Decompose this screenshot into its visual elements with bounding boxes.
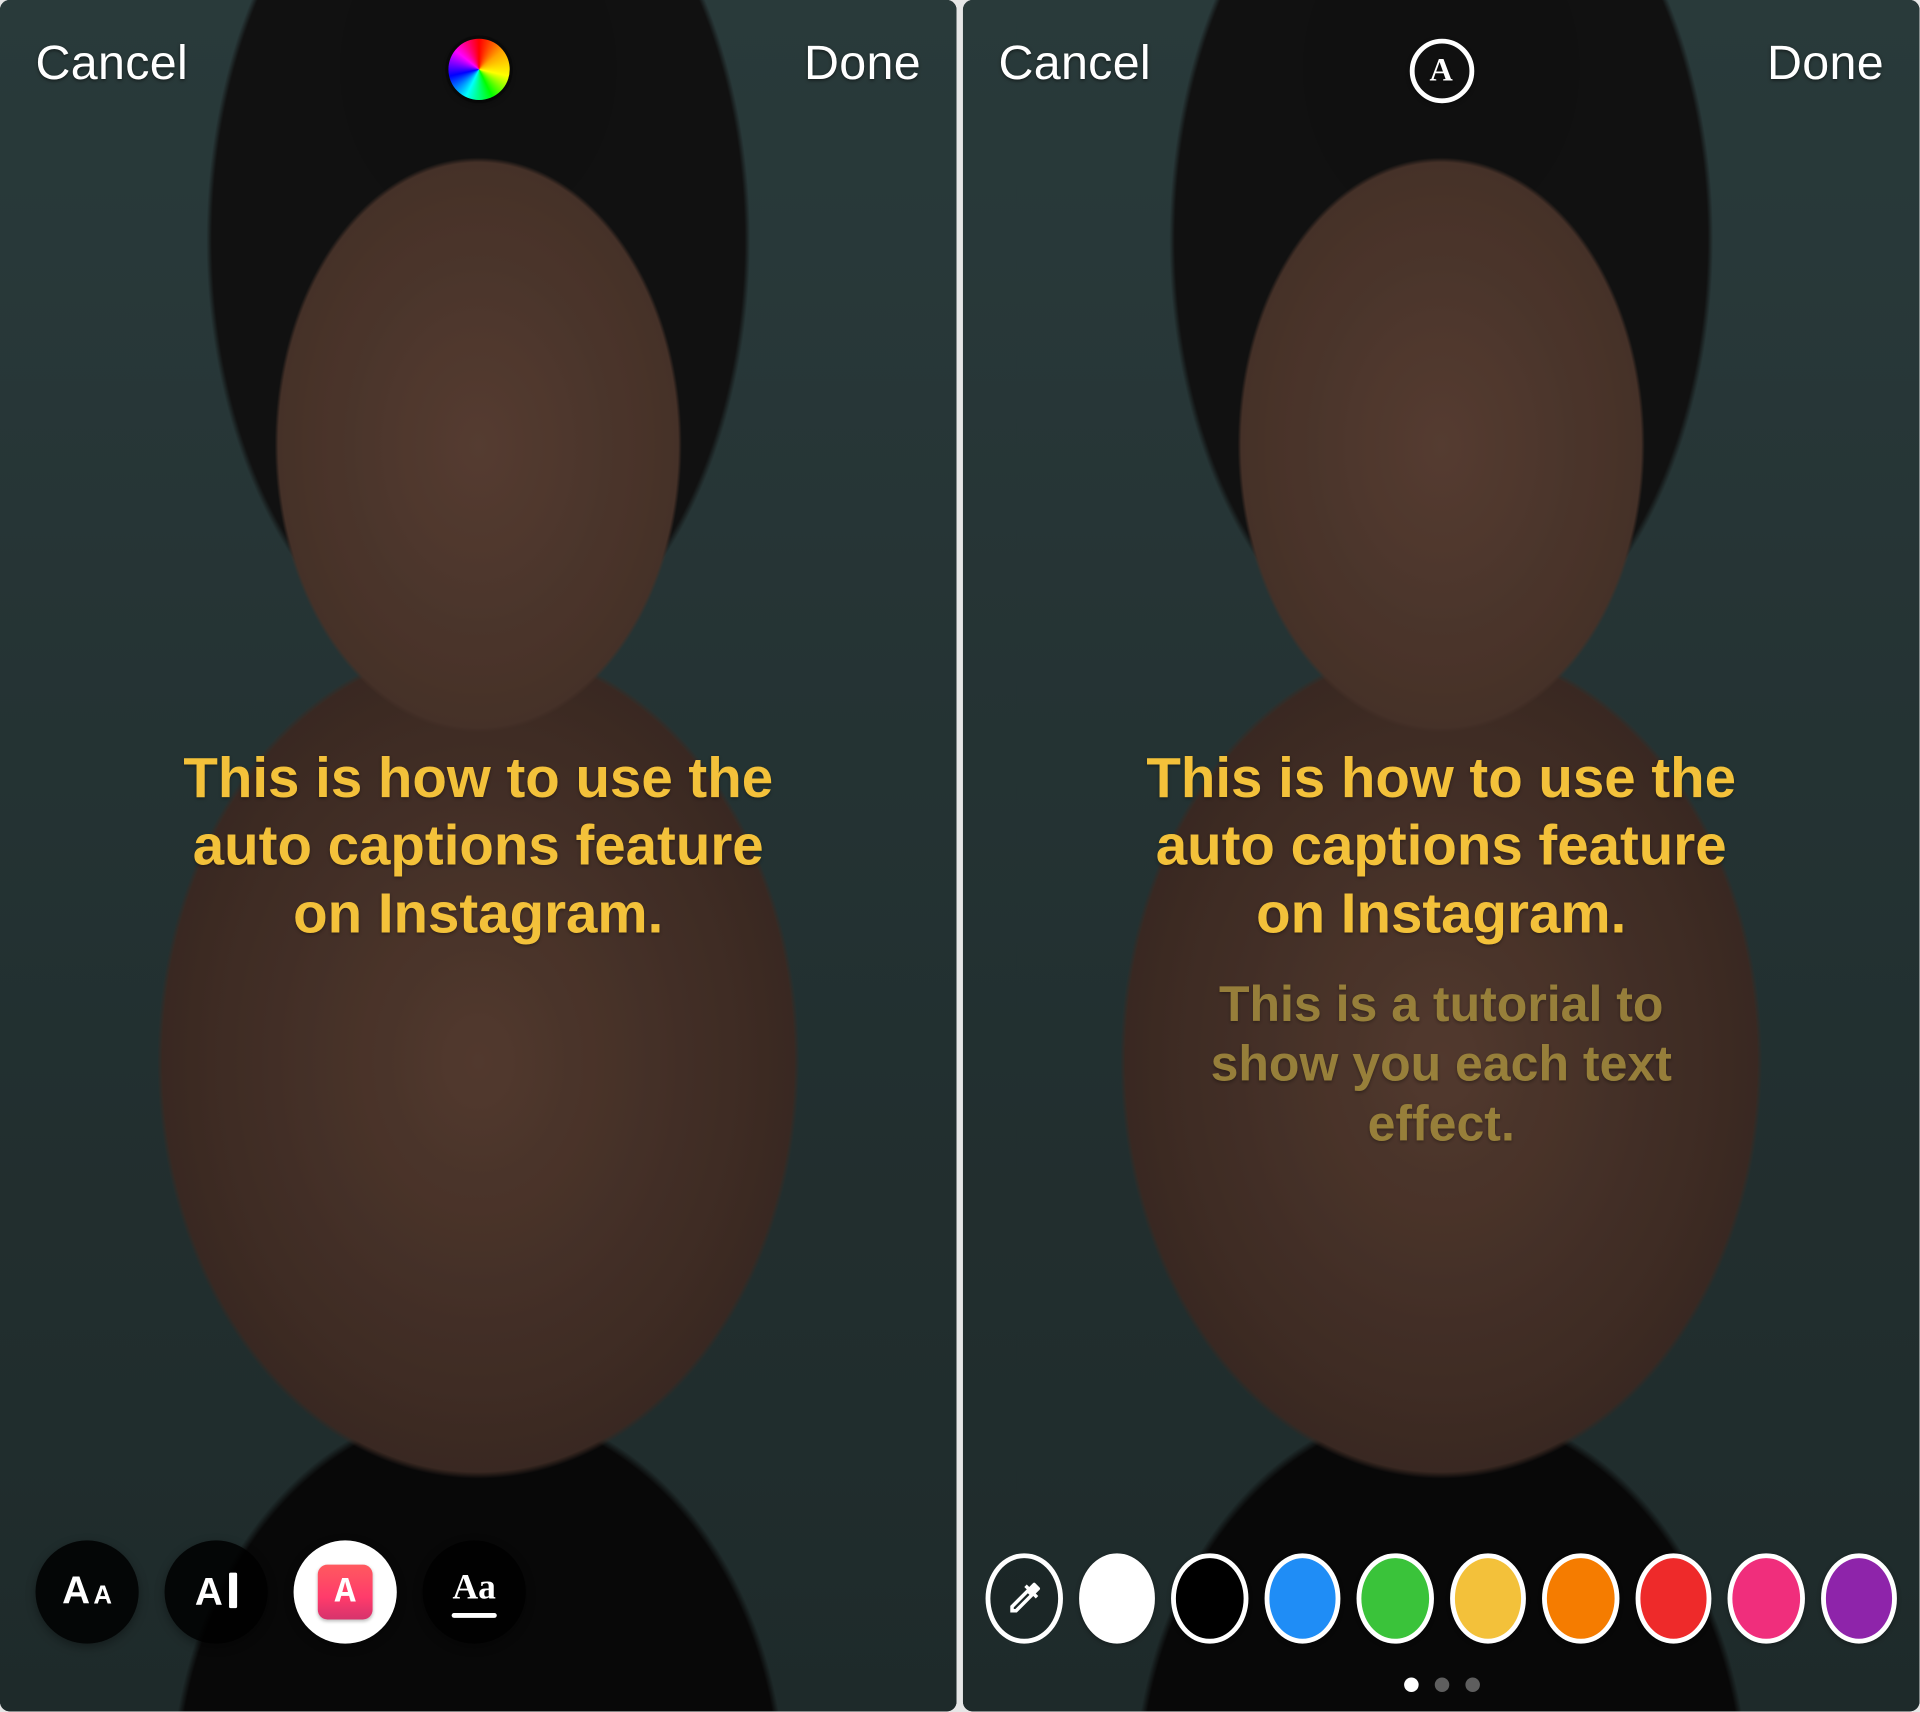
caption-primary[interactable]: This is how to use the auto captions fea… [963,745,1920,948]
header-center: A [1409,39,1474,104]
left-phone: Cancel Done This is how to use the auto … [0,0,957,1711]
aa-underline-icon: Aa [452,1566,497,1618]
color-swatch-2[interactable] [1264,1553,1341,1643]
aa-scale-icon: AA [62,1569,112,1614]
color-swatch-4[interactable] [1449,1553,1526,1643]
done-button[interactable]: Done [804,37,921,92]
text-style-size[interactable]: AA [35,1540,138,1643]
aa-cursor-icon: A [195,1569,237,1616]
eyedropper-icon [1003,1578,1045,1620]
screenshot-root: Cancel Done This is how to use the auto … [0,0,1920,1712]
color-swatch-0[interactable] [1078,1553,1155,1643]
color-swatch-tray [986,1553,1897,1643]
header-bar: Cancel A Done [963,26,1920,103]
text-style-tray: AA A A Aa [35,1540,525,1643]
ring-glyph: A [1430,52,1453,89]
done-button[interactable]: Done [1767,37,1884,92]
cancel-button[interactable]: Cancel [35,37,188,92]
header-bar: Cancel Done [0,26,957,103]
page-dot-0[interactable] [1403,1678,1418,1693]
right-phone: Cancel A Done This is how to use the aut… [963,0,1920,1711]
text-style-highlight[interactable]: A [294,1540,397,1643]
eyedropper-button[interactable] [986,1553,1063,1643]
color-swatch-6[interactable] [1635,1553,1712,1643]
color-swatch-5[interactable] [1542,1553,1619,1643]
color-swatch-7[interactable] [1728,1553,1805,1643]
caption-secondary[interactable]: This is a tutorial to show you each text… [963,974,1920,1154]
header-center [448,39,509,100]
color-swatch-8[interactable] [1820,1553,1897,1643]
text-style-cursor[interactable]: A [165,1540,268,1643]
color-swatch-1[interactable] [1171,1553,1248,1643]
a-gradient-icon: A [318,1565,373,1620]
page-dot-1[interactable] [1434,1678,1449,1693]
stage: Cancel Done This is how to use the auto … [0,0,1919,1711]
color-swatch-3[interactable] [1357,1553,1434,1643]
text-style-serif[interactable]: Aa [423,1540,526,1643]
page-dot-2[interactable] [1465,1678,1480,1693]
page-dots [1403,1678,1479,1693]
text-style-ring-icon[interactable]: A [1409,39,1474,104]
caption-primary[interactable]: This is how to use the auto captions fea… [0,745,957,948]
color-wheel-icon[interactable] [448,39,509,100]
cancel-button[interactable]: Cancel [998,37,1151,92]
